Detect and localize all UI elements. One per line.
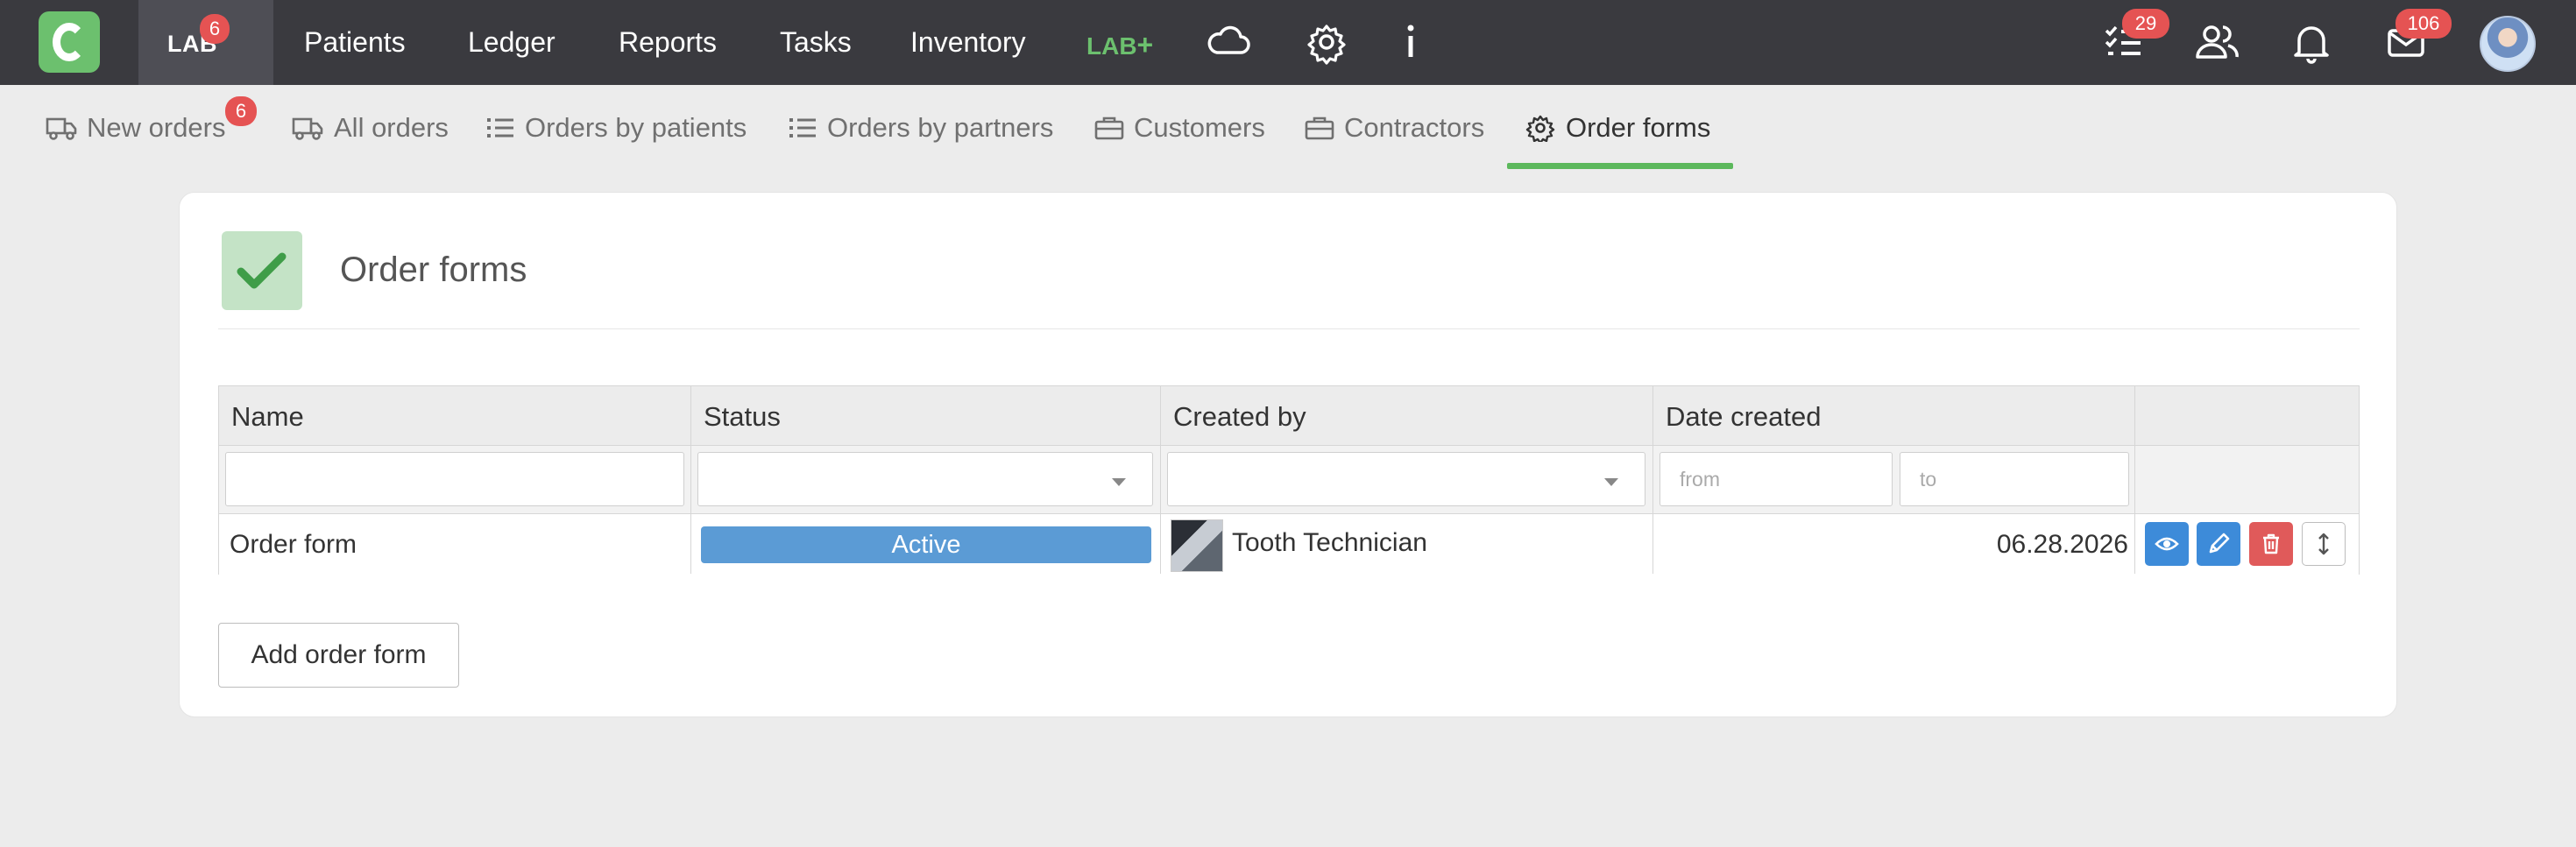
chevron-down-icon xyxy=(1604,478,1618,486)
truck-icon xyxy=(46,117,77,140)
column-divider xyxy=(1652,386,1653,574)
subnav-new-orders[interactable]: New orders xyxy=(87,112,226,144)
subnav-order-forms[interactable]: Order forms xyxy=(1566,112,1710,144)
cloud-icon[interactable] xyxy=(1204,18,1253,67)
table-row[interactable]: Order form Active Tooth Technician 06.28… xyxy=(219,514,2359,575)
nav-reports[interactable]: Reports xyxy=(619,26,717,59)
table-filter-row: from to xyxy=(219,446,2359,514)
created-by-filter-select[interactable] xyxy=(1167,452,1645,506)
column-header-created-by[interactable]: Created by xyxy=(1173,401,1306,433)
labplus-text: LAB xyxy=(1086,32,1137,60)
creator-avatar xyxy=(1171,519,1223,572)
gear-icon xyxy=(1525,115,1555,142)
lab-count-badge: 6 xyxy=(200,14,230,44)
list-icon xyxy=(487,118,513,138)
nav-patients[interactable]: Patients xyxy=(304,26,406,59)
subnav-orders-by-patients[interactable]: Orders by patients xyxy=(525,112,747,144)
app-logo[interactable] xyxy=(39,11,100,73)
briefcase-icon xyxy=(1305,116,1334,140)
gear-icon[interactable] xyxy=(1302,18,1351,67)
messages-count-badge: 106 xyxy=(2396,9,2452,39)
truck-icon xyxy=(292,117,323,140)
list-icon xyxy=(789,118,816,138)
order-forms-table: Name Status Created by Date created from… xyxy=(218,385,2360,575)
row-created-by-cell: Tooth Technician xyxy=(1232,528,1427,557)
nav-labplus[interactable]: LAB+ xyxy=(1086,29,1153,61)
subnav-all-orders[interactable]: All orders xyxy=(334,112,449,144)
column-header-status[interactable]: Status xyxy=(704,401,781,433)
add-order-form-button[interactable]: Add order form xyxy=(218,623,459,688)
user-avatar[interactable] xyxy=(2480,16,2536,72)
view-button[interactable] xyxy=(2145,522,2189,566)
status-badge: Active xyxy=(701,526,1151,563)
order-forms-card: Order forms Name Status Created by Date … xyxy=(179,192,2397,717)
edit-button[interactable] xyxy=(2197,522,2240,566)
briefcase-icon xyxy=(1094,116,1124,140)
labplus-symbol: + xyxy=(1136,29,1154,60)
nav-tasks[interactable]: Tasks xyxy=(780,26,852,59)
nav-lab-tab[interactable]: LAB 6 xyxy=(138,0,273,85)
nav-ledger[interactable]: Ledger xyxy=(468,26,556,59)
reorder-button[interactable] xyxy=(2302,522,2346,566)
trash-icon xyxy=(2263,533,2279,554)
chevron-down-icon xyxy=(1112,478,1126,486)
table-header-row: Name Status Created by Date created xyxy=(219,386,2359,446)
top-navbar: LAB 6 Patients Ledger Reports Tasks Inve… xyxy=(0,0,2576,85)
users-icon[interactable] xyxy=(2192,18,2241,67)
date-from-filter-input[interactable]: from xyxy=(1660,452,1893,506)
page-title: Order forms xyxy=(340,251,527,289)
column-divider xyxy=(1160,386,1161,574)
checkmark-icon xyxy=(237,252,287,289)
title-divider xyxy=(218,328,2360,329)
row-name-cell: Order form xyxy=(230,530,357,559)
subnav-orders-by-partners[interactable]: Orders by partners xyxy=(827,112,1053,144)
info-icon[interactable] xyxy=(1386,18,1435,67)
subnav-customers[interactable]: Customers xyxy=(1134,112,1265,144)
date-to-filter-input[interactable]: to xyxy=(1900,452,2129,506)
column-header-date-created[interactable]: Date created xyxy=(1666,401,1822,433)
delete-button[interactable] xyxy=(2249,522,2293,566)
column-divider xyxy=(690,386,691,574)
logo-c-icon xyxy=(53,23,86,61)
name-filter-input[interactable] xyxy=(225,452,684,506)
tasks-count-badge: 29 xyxy=(2122,9,2169,39)
vertical-arrows-icon xyxy=(2318,533,2329,555)
column-divider xyxy=(2134,386,2135,574)
nav-inventory[interactable]: Inventory xyxy=(910,26,1026,59)
status-filter-select[interactable] xyxy=(697,452,1153,506)
subnav-contractors[interactable]: Contractors xyxy=(1344,112,1484,144)
eye-icon xyxy=(2155,537,2179,551)
column-header-name[interactable]: Name xyxy=(231,401,304,433)
pencil-icon xyxy=(2209,533,2230,554)
new-orders-count-badge: 6 xyxy=(225,96,257,126)
bell-icon[interactable] xyxy=(2287,18,2336,67)
active-tab-indicator xyxy=(1507,163,1733,169)
row-date-created-cell: 06.28.2026 xyxy=(1996,530,2128,559)
page-status-box xyxy=(222,231,302,310)
